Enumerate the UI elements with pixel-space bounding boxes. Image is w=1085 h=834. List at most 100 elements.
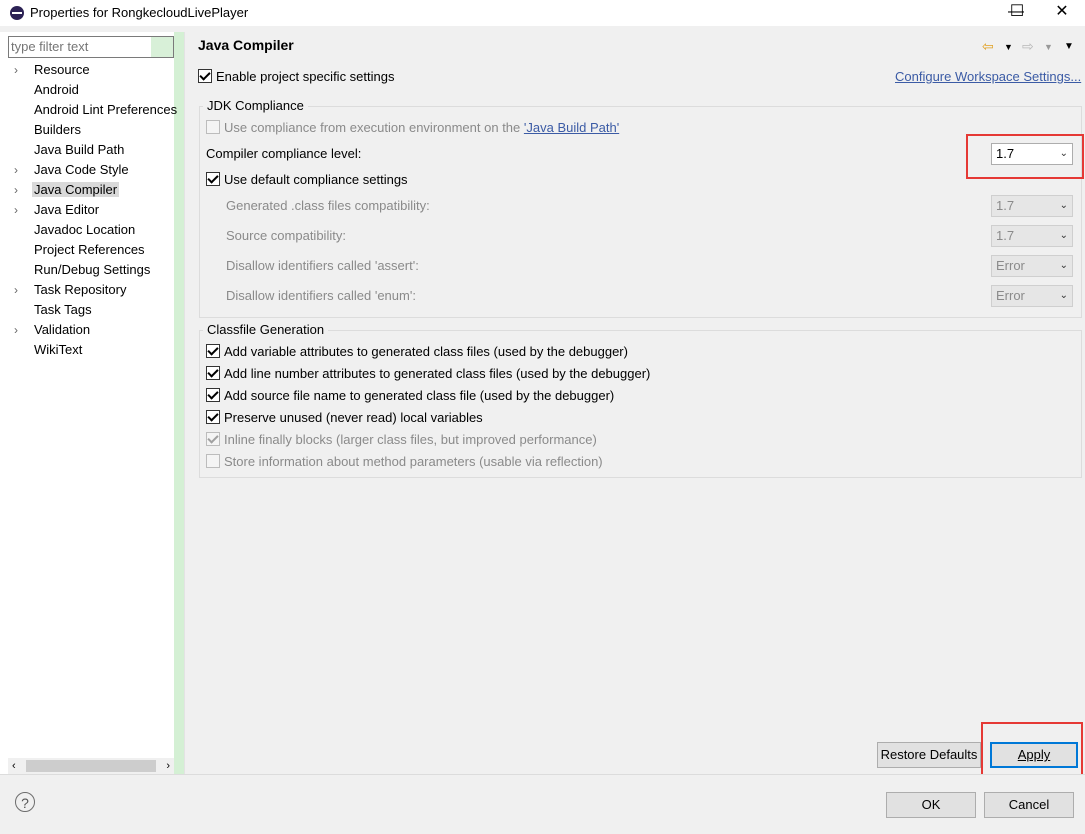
forward-menu-chevron-icon[interactable]: ▼	[1044, 42, 1053, 52]
view-menu-icon[interactable]: ▼	[1064, 41, 1074, 52]
cancel-button[interactable]: Cancel	[984, 792, 1074, 818]
compliance-level-label: Compiler compliance level:	[206, 146, 362, 161]
chevron-down-icon: ⌄	[1059, 230, 1068, 241]
classfile-option[interactable]: Add variable attributes to generated cla…	[206, 342, 628, 362]
scrollbar-thumb[interactable]	[26, 760, 156, 772]
classfile-option-checkbox[interactable]	[206, 432, 220, 446]
classfile-option-label: Inline finally blocks (larger class file…	[224, 432, 597, 447]
sidebar-item[interactable]: Builders	[14, 120, 174, 140]
sidebar-item-label: Android	[34, 82, 79, 97]
classfile-option: Store information about method parameter…	[206, 452, 603, 472]
close-button[interactable]: ✕	[1039, 0, 1085, 26]
sidebar-item[interactable]: Android	[14, 80, 174, 100]
chevron-down-icon: ⌄	[1059, 290, 1068, 301]
sidebar-item-label: Task Tags	[34, 302, 92, 317]
scroll-right-icon[interactable]: ›	[166, 758, 170, 774]
sidebar-item-label: Java Build Path	[34, 142, 125, 157]
sidebar-item-label: Validation	[34, 322, 91, 337]
compliance-setting-select[interactable]: 1.7 ⌄	[991, 225, 1073, 247]
classfile-option-label: Preserve unused (never read) local varia…	[224, 410, 483, 425]
expand-chevron-icon[interactable]: ›	[14, 320, 32, 340]
expand-chevron-icon[interactable]: ›	[14, 180, 32, 200]
java-build-path-link[interactable]: 'Java Build Path'	[524, 120, 619, 135]
clear-filter-icon[interactable]	[151, 37, 173, 57]
chevron-down-icon: ⌄	[1059, 260, 1068, 271]
compliance-setting-label: Source compatibility:	[226, 228, 346, 243]
use-default-row[interactable]: Use default compliance settings	[206, 170, 408, 190]
title-bar: Properties for RongkecloudLivePlayer — ☐…	[0, 0, 1085, 26]
classfile-option-label: Add variable attributes to generated cla…	[224, 344, 628, 359]
sidebar-item-label: Java Code Style	[34, 162, 129, 177]
enable-specific-label: Enable project specific settings	[216, 69, 395, 84]
compliance-setting-label: Disallow identifiers called 'enum':	[226, 288, 416, 303]
classfile-option-checkbox[interactable]	[206, 366, 220, 380]
compliance-setting-select[interactable]: Error ⌄	[991, 285, 1073, 307]
page-title: Java Compiler	[198, 37, 294, 53]
sidebar-item[interactable]: › Java Code Style	[14, 160, 174, 180]
sidebar-item-label: Java Compiler	[32, 182, 120, 197]
sidebar-item[interactable]: WikiText	[14, 340, 174, 360]
sidebar-item-label: Builders	[34, 122, 81, 137]
sidebar-item[interactable]: Javadoc Location	[14, 220, 174, 240]
configure-workspace-link[interactable]: Configure Workspace Settings...	[895, 67, 1081, 87]
window-title: Properties for RongkecloudLivePlayer	[30, 5, 249, 20]
compliance-setting-select[interactable]: 1.7 ⌄	[991, 195, 1073, 217]
sidebar-item[interactable]: › Java Compiler	[14, 180, 174, 200]
sidebar-item[interactable]: › Resource	[14, 60, 174, 80]
help-icon[interactable]: ?	[15, 792, 35, 812]
sidebar-item[interactable]: Project References	[14, 240, 174, 260]
classfile-option-label: Add source file name to generated class …	[224, 388, 615, 403]
expand-chevron-icon[interactable]: ›	[14, 200, 32, 220]
sidebar-item[interactable]: Task Tags	[14, 300, 174, 320]
use-default-checkbox[interactable]	[206, 172, 220, 186]
expand-chevron-icon[interactable]: ›	[14, 160, 32, 180]
sidebar-item-label: Resource	[34, 62, 90, 77]
enable-specific-row[interactable]: Enable project specific settings	[198, 67, 394, 87]
sidebar-item-label: Task Repository	[34, 282, 127, 297]
scroll-left-icon[interactable]: ‹	[12, 758, 16, 774]
use-env-row: Use compliance from execution environmen…	[206, 118, 619, 138]
compliance-setting-label: Generated .class files compatibility:	[226, 198, 430, 213]
classfile-option[interactable]: Preserve unused (never read) local varia…	[206, 408, 483, 428]
classfile-option-checkbox[interactable]	[206, 454, 220, 468]
chevron-down-icon: ⌄	[1059, 200, 1068, 211]
sidebar-item[interactable]: Android Lint Preferences	[14, 100, 177, 120]
sidebar-item-label: Java Editor	[34, 202, 100, 217]
sidebar-item[interactable]: › Validation	[14, 320, 174, 340]
classfile-option[interactable]: Add line number attributes to generated …	[206, 364, 650, 384]
ok-button[interactable]: OK	[886, 792, 976, 818]
classfile-option-checkbox[interactable]	[206, 410, 220, 424]
compliance-setting-select[interactable]: Error ⌄	[991, 255, 1073, 277]
use-env-checkbox[interactable]	[206, 120, 220, 134]
classfile-option-label: Store information about method parameter…	[224, 454, 603, 469]
classfile-title: Classfile Generation	[203, 322, 329, 337]
compliance-setting-value: Error	[996, 258, 1025, 273]
expand-chevron-icon[interactable]: ›	[14, 280, 32, 300]
sidebar-item-label: Javadoc Location	[34, 222, 136, 237]
sidebar-item[interactable]: › Java Editor	[14, 200, 174, 220]
back-arrow-icon[interactable]: ⇦	[982, 38, 994, 55]
sidebar-item-label: Android Lint Preferences	[34, 102, 178, 117]
filter-input[interactable]	[9, 37, 151, 55]
classfile-option-checkbox[interactable]	[206, 344, 220, 358]
use-env-label: Use compliance from execution environmen…	[224, 120, 524, 135]
sidebar-item[interactable]: Java Build Path	[14, 140, 174, 160]
jdk-compliance-title: JDK Compliance	[203, 98, 308, 113]
sidebar-item[interactable]: › Task Repository	[14, 280, 174, 300]
compliance-setting-value: Error	[996, 288, 1025, 303]
classfile-option-checkbox[interactable]	[206, 388, 220, 402]
restore-defaults-button[interactable]: Restore Defaults	[877, 742, 981, 768]
sidebar-scrollbar[interactable]: ‹ ›	[8, 758, 174, 774]
sidebar-item-label: Run/Debug Settings	[34, 262, 151, 277]
compliance-setting-label: Disallow identifiers called 'assert':	[226, 258, 419, 273]
compliance-setting-value: 1.7	[996, 228, 1015, 243]
sidebar-item-label: WikiText	[34, 342, 83, 357]
expand-chevron-icon[interactable]: ›	[14, 60, 32, 80]
back-menu-chevron-icon[interactable]: ▼	[1004, 42, 1013, 52]
compliance-setting-value: 1.7	[996, 198, 1015, 213]
sidebar-item[interactable]: Run/Debug Settings	[14, 260, 174, 280]
enable-specific-checkbox[interactable]	[198, 69, 212, 83]
use-default-label: Use default compliance settings	[224, 172, 408, 187]
classfile-option[interactable]: Add source file name to generated class …	[206, 386, 614, 406]
forward-arrow-icon[interactable]: ⇨	[1022, 38, 1034, 55]
